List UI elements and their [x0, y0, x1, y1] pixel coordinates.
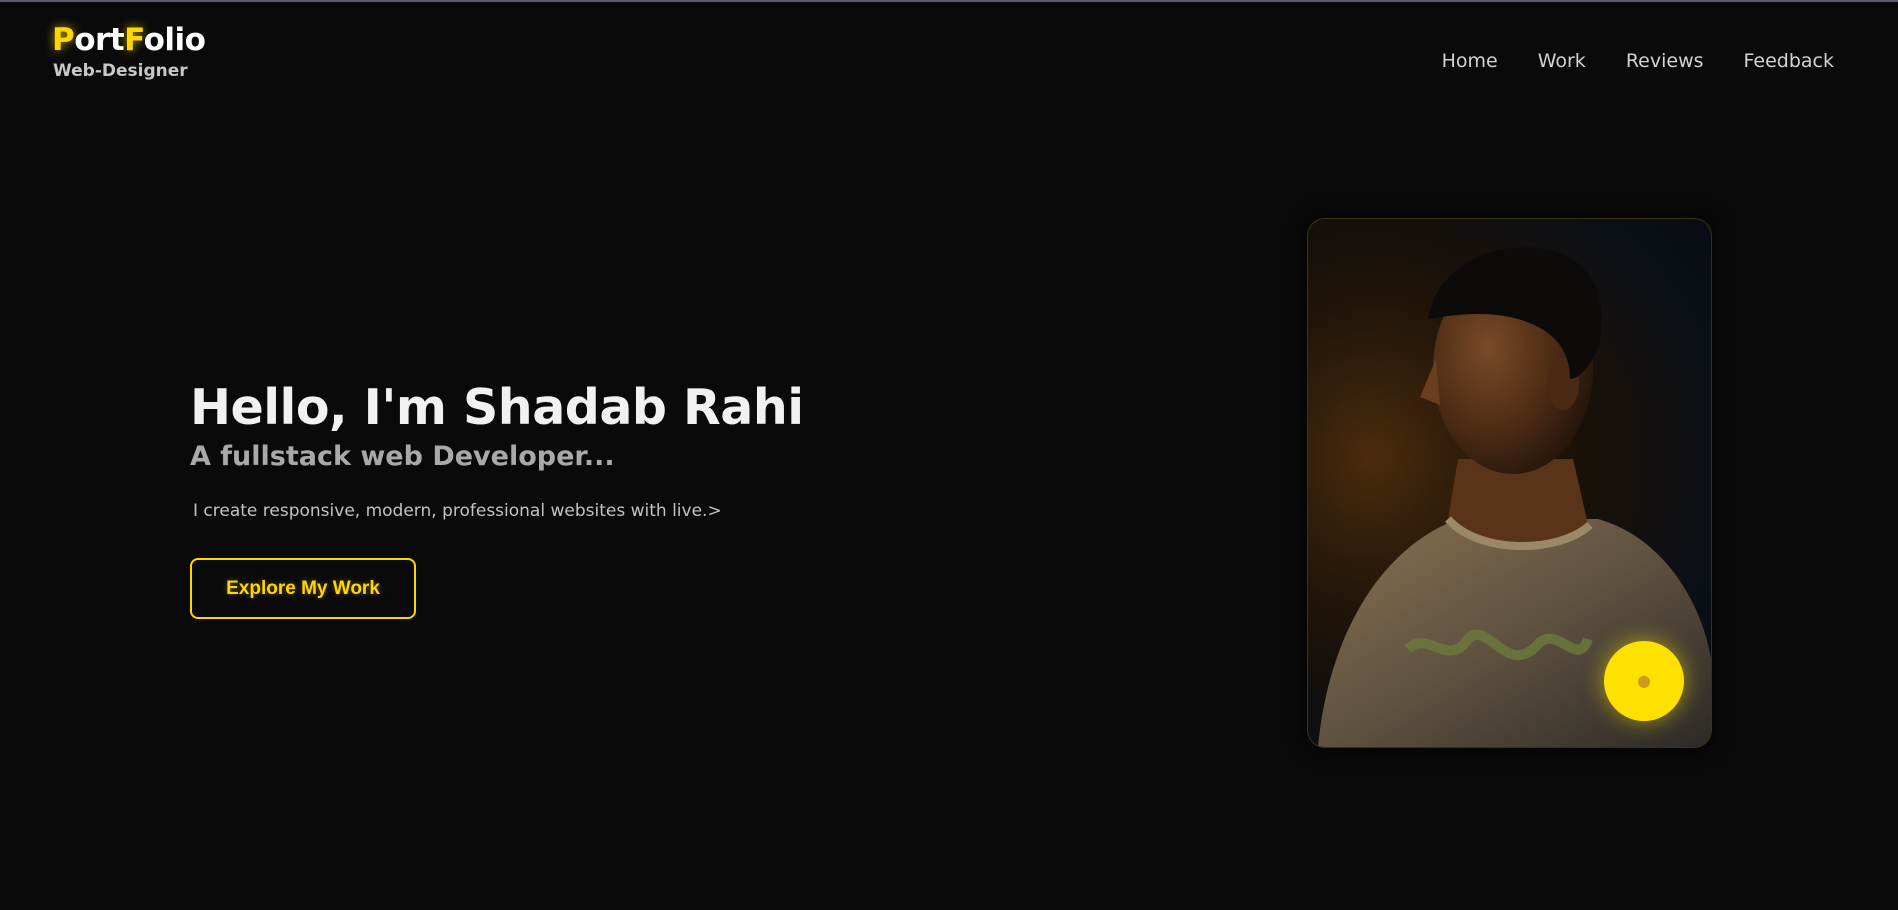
hero-description: I create responsive, modern, professiona…	[193, 501, 722, 521]
nav-home[interactable]: Home	[1442, 48, 1498, 74]
logo-title: PortFolio	[52, 20, 206, 60]
logo-text-olio: olio	[143, 22, 206, 58]
lightbulb-icon: ●	[1637, 671, 1651, 690]
nav-feedback[interactable]: Feedback	[1744, 48, 1834, 74]
explore-work-button[interactable]: Explore My Work	[190, 558, 416, 619]
logo-text-ort: ort	[74, 22, 125, 58]
logo-subtitle: Web-Designer	[53, 61, 188, 81]
nav-reviews[interactable]: Reviews	[1626, 48, 1704, 74]
logo-letter-f: F	[124, 22, 144, 58]
main-nav: Home Work Reviews Feedback	[1402, 48, 1834, 74]
nav-work[interactable]: Work	[1538, 48, 1586, 74]
hero-section: Hello, I'm Shadab Rahi A fullstack web D…	[190, 378, 804, 619]
hero-title: Hello, I'm Shadab Rahi	[190, 379, 804, 436]
theme-toggle-button[interactable]: ●	[1604, 641, 1684, 721]
hero-subtitle: A fullstack web Developer...	[190, 441, 615, 472]
top-border	[0, 0, 1898, 2]
logo-letter-p: P	[52, 22, 75, 58]
logo[interactable]: PortFolio Web-Designer	[52, 20, 206, 81]
